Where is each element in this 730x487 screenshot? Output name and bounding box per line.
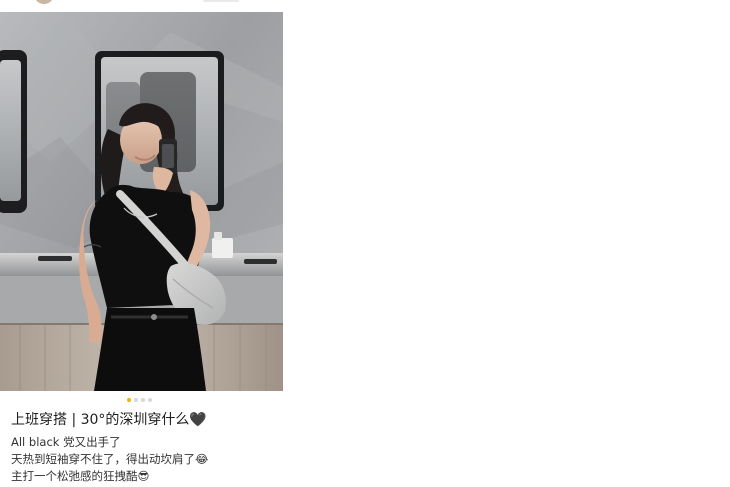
carousel-indicator[interactable] — [127, 398, 152, 402]
author-avatar[interactable] — [34, 0, 54, 4]
post-body-line: 主打一个松弛感的狂拽酷😎 — [11, 469, 150, 483]
carousel-dot[interactable] — [141, 398, 145, 402]
carousel-dot[interactable] — [148, 398, 152, 402]
carousel-dot-active[interactable] — [127, 398, 131, 402]
carousel-dot[interactable] — [134, 398, 138, 402]
post-body-line: 天热到短袖穿不住了，得出动坎肩了😂 — [11, 452, 209, 466]
post-detail-page: 上班穿搭 | 30°的深圳穿什么🖤 All black 党又出手了 天热到短袖穿… — [0, 0, 730, 487]
post-body-line: All black 党又出手了 — [11, 435, 121, 449]
top-strip — [0, 0, 730, 10]
top-action-hint — [203, 0, 239, 2]
post-body: All black 党又出手了 天热到短袖穿不住了，得出动坎肩了😂 主打一个松弛… — [11, 434, 291, 485]
post-photo[interactable] — [0, 12, 283, 391]
mirror-selfie-photo — [0, 12, 283, 391]
post-title: 上班穿搭 | 30°的深圳穿什么🖤 — [11, 412, 207, 428]
